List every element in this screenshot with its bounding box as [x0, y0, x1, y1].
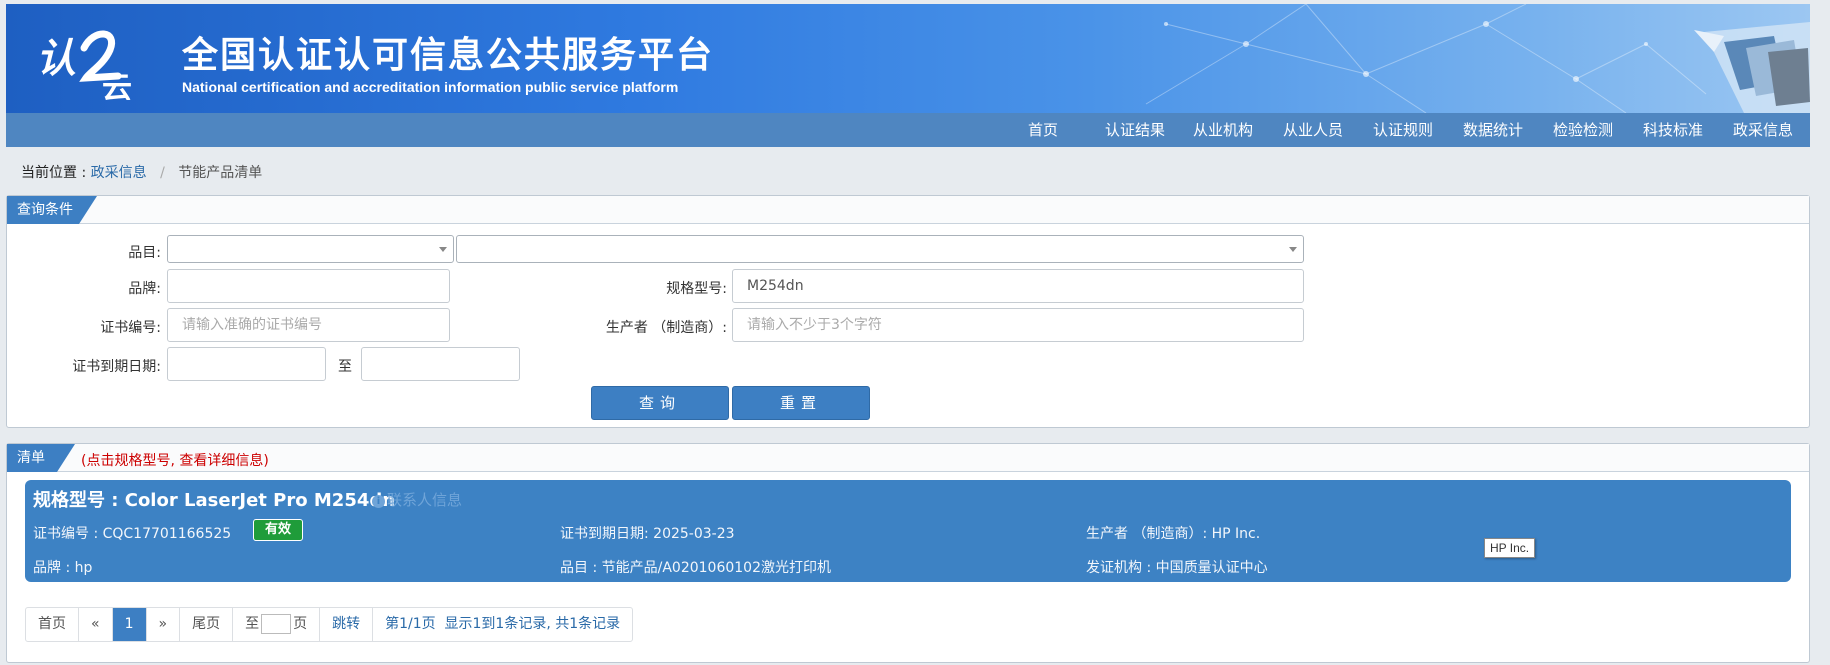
result-category: 品目 : 节能产品/A0201060102激光打印机	[560, 560, 831, 576]
result-brand: 品牌 : hp	[33, 560, 93, 576]
list-hint: (点击规格型号, 查看详细信息)	[81, 453, 269, 469]
list-panel-tab: 清单	[7, 444, 75, 472]
result-model-link[interactable]: 规格型号 : Color LaserJet Pro M254dn	[33, 486, 395, 512]
status-badge: 有效	[253, 519, 303, 541]
pager-page-1[interactable]: 1	[112, 608, 147, 641]
breadcrumb-separator: /	[160, 165, 165, 181]
pagination: 首页 « 1 » 尾页 至页 跳转 第1/1页 显示1到1条记录, 共1条记录	[25, 607, 634, 642]
pager-goto-suffix: 页	[293, 616, 308, 632]
brand-input[interactable]	[167, 269, 450, 303]
pager-goto-input[interactable]	[261, 614, 292, 634]
pager-record-info: 显示1到1条记录, 共1条记录	[444, 616, 621, 632]
nav-item-standards[interactable]: 科技标准	[1643, 113, 1703, 147]
result-issuer: 发证机构 : 中国质量认证中心	[1086, 560, 1268, 576]
result-cert-no: 证书编号 : CQC17701166525	[33, 526, 232, 542]
maker-input[interactable]: 请输入不少于3个字符	[732, 308, 1304, 342]
cert-no-input[interactable]: 请输入准确的证书编号	[167, 308, 450, 342]
pager-last[interactable]: 尾页	[180, 608, 234, 641]
chevron-down-icon	[439, 247, 447, 252]
category-select-level1[interactable]	[167, 235, 454, 263]
breadcrumb-link-gov-procurement[interactable]: 政采信息	[91, 165, 147, 181]
site-title: 全国认证认可信息公共服务平台	[182, 35, 715, 76]
model-input[interactable]: M254dn	[732, 269, 1304, 303]
result-expiry: 证书到期日期: 2025-03-23	[560, 526, 735, 542]
cert-no-label: 证书编号:	[100, 320, 161, 336]
expiry-start-input[interactable]	[167, 347, 326, 381]
nav-item-cert-rules[interactable]: 认证规则	[1373, 113, 1433, 147]
expiry-end-input[interactable]	[361, 347, 520, 381]
reset-button[interactable]: 重置	[732, 386, 870, 420]
query-panel: 查询条件 品目: 品牌: 规格型号: M254dn 证书编号: 请输入准确的证书…	[6, 195, 1810, 428]
query-panel-header: 查询条件	[7, 196, 1809, 224]
brand-label: 品牌:	[128, 281, 161, 297]
main-nav: 首页 认证结果 从业机构 从业人员 认证规则 数据统计 检验检测 科技标准 政采…	[6, 113, 1810, 147]
pager-next[interactable]: »	[147, 608, 181, 641]
nav-item-institutions[interactable]: 从业机构	[1193, 113, 1253, 147]
search-button[interactable]: 查询	[591, 386, 729, 420]
contact-info-link[interactable]: i 联系人信息	[372, 489, 462, 510]
query-panel-tab: 查询条件	[7, 196, 97, 224]
query-panel-title: 查询条件	[17, 202, 73, 218]
maker-label: 生产者 （制造商）:	[605, 320, 727, 336]
nav-item-practitioners[interactable]: 从业人员	[1283, 113, 1343, 147]
pager-info: 第1/1页 显示1到1条记录, 共1条记录	[373, 608, 632, 641]
svg-text:云: 云	[102, 71, 132, 100]
expiry-label: 证书到期日期:	[72, 359, 161, 375]
pager-prev[interactable]: «	[79, 608, 113, 641]
expiry-to-label: 至	[338, 359, 352, 375]
chevron-down-icon	[1289, 247, 1297, 252]
result-card: 规格型号 : Color LaserJet Pro M254dn i 联系人信息 …	[25, 480, 1791, 582]
pager-goto: 至页	[233, 608, 321, 641]
info-icon: i	[372, 495, 385, 508]
result-maker: 生产者 （制造商）: HP Inc.	[1086, 526, 1261, 542]
category-select-level2[interactable]	[456, 235, 1304, 263]
site-subtitle: National certification and accreditation…	[182, 79, 679, 95]
svg-text:认: 认	[36, 35, 76, 82]
site-header: 认 云 全国认证认可信息公共服务平台 National certificatio…	[6, 4, 1810, 113]
breadcrumb-label: 当前位置 :	[21, 165, 87, 181]
pager-first[interactable]: 首页	[26, 608, 79, 641]
category-label: 品目:	[128, 245, 161, 261]
nav-item-inspection[interactable]: 检验检测	[1553, 113, 1613, 147]
list-panel-title: 清单	[17, 450, 45, 466]
site-logo: 认 云	[36, 30, 132, 100]
list-panel-header: 清单 (点击规格型号, 查看详细信息)	[7, 444, 1809, 472]
nav-item-home[interactable]: 首页	[1028, 113, 1058, 147]
nav-item-gov-procurement[interactable]: 政采信息	[1733, 113, 1793, 147]
pager-jump-button[interactable]: 跳转	[320, 608, 374, 641]
breadcrumb-current: 节能产品清单	[178, 165, 263, 181]
header-decorative-image	[1694, 22, 1810, 113]
pager-goto-prefix: 至	[245, 616, 260, 632]
nav-item-cert-results[interactable]: 认证结果	[1105, 113, 1165, 147]
model-label: 规格型号:	[666, 281, 727, 297]
breadcrumb: 当前位置 : 政采信息 / 节能产品清单	[21, 162, 262, 182]
contact-info-label: 联系人信息	[387, 491, 463, 509]
pager-page-info: 第1/1页	[385, 616, 436, 632]
maker-tooltip: HP Inc.	[1484, 538, 1536, 558]
nav-item-statistics[interactable]: 数据统计	[1463, 113, 1523, 147]
